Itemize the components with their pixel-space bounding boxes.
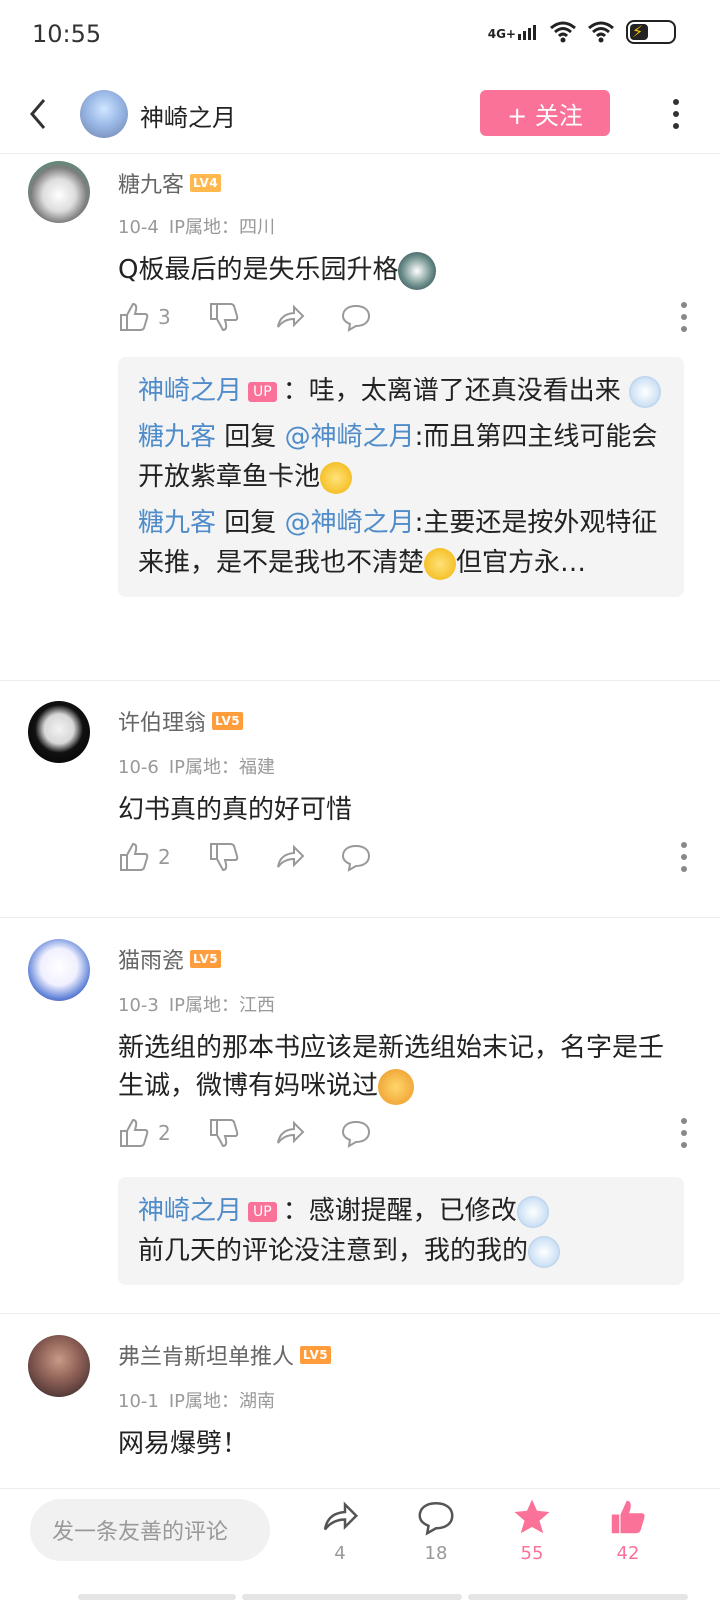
comment-text: 网易爆劈！ bbox=[118, 1429, 249, 1459]
share-arrow-icon bbox=[277, 1120, 305, 1144]
comment-input[interactable]: 发一条友善的评论 bbox=[30, 1499, 270, 1561]
share-action[interactable]: 4 bbox=[310, 1497, 370, 1564]
more-options-icon[interactable] bbox=[672, 98, 680, 130]
comment-meta: 10-1 IP属地：湖南 bbox=[118, 1391, 276, 1412]
wifi-icon bbox=[550, 21, 576, 43]
smirk-emoji bbox=[424, 547, 457, 580]
reply-item: 糖九客 回复 @神崎之月:主要还是按外观特征来推，是不是我也不清楚 但官方永… bbox=[138, 508, 658, 580]
reply-item: 糖九客 回复 @神崎之月:而且第四主线可能会开放紫章鱼卡池 bbox=[138, 422, 658, 494]
comments-action[interactable]: 18 bbox=[406, 1497, 466, 1564]
reply-thread[interactable]: 神崎之月 UP ：感谢提醒，已修改 前几天的评论没注意到，我的我的 bbox=[118, 1177, 684, 1285]
cellular-signal-icon: 4G+ bbox=[488, 24, 538, 40]
dislike-button[interactable] bbox=[208, 301, 240, 333]
comment-bubble-icon bbox=[341, 844, 371, 872]
star-icon bbox=[514, 1499, 550, 1534]
level-badge: LV4 bbox=[190, 174, 222, 192]
thumbs-up-icon bbox=[120, 842, 149, 871]
nav-indicator bbox=[78, 1594, 236, 1600]
level-badge: LV5 bbox=[190, 950, 222, 968]
comment-actions: 2 bbox=[118, 841, 688, 877]
cat-rose-emoji bbox=[378, 1068, 415, 1105]
thumbs-down-icon bbox=[210, 303, 239, 332]
share-arrow-icon bbox=[277, 304, 305, 328]
thumbs-up-icon bbox=[120, 1118, 149, 1147]
sticker-emoji bbox=[629, 375, 661, 408]
status-icons: 4G+ ⚡ bbox=[488, 20, 676, 44]
comment-meta: 10-6 IP属地：福建 bbox=[118, 757, 276, 778]
comment-text: Q板最后的是失乐园升格 bbox=[118, 251, 688, 290]
comment-feed[interactable]: 糖九客 LV4 10-4 IP属地：四川 Q板最后的是失乐园升格 3 神崎之月 … bbox=[0, 155, 720, 1515]
nav-indicator bbox=[468, 1594, 688, 1600]
comment-text: 幻书真的真的好可惜 bbox=[118, 795, 353, 825]
user-avatar[interactable] bbox=[28, 939, 90, 1001]
nav-indicator bbox=[242, 1594, 462, 1600]
share-button[interactable] bbox=[274, 1117, 306, 1149]
reply-item: 神崎之月 UP ：感谢提醒，已修改 前几天的评论没注意到，我的我的 bbox=[138, 1191, 664, 1271]
reply-button[interactable] bbox=[340, 1117, 372, 1149]
user-avatar[interactable] bbox=[28, 161, 90, 223]
reply-item: 神崎之月 UP ：哇，太离谱了还真没看出来 bbox=[138, 371, 664, 411]
username[interactable]: 许伯理翁 LV5 bbox=[118, 705, 244, 737]
user-avatar[interactable] bbox=[28, 1335, 90, 1397]
dislike-button[interactable] bbox=[208, 841, 240, 873]
status-bar: 10:55 4G+ ⚡ bbox=[0, 0, 720, 70]
like-button[interactable]: 2 bbox=[118, 1117, 171, 1149]
comment-meta: 10-3 IP属地：江西 bbox=[118, 995, 276, 1016]
reply-thread[interactable]: 神崎之月 UP ：哇，太离谱了还真没看出来 糖九客 回复 @神崎之月:而且第四主线可… bbox=[118, 357, 684, 597]
thumbs-down-icon bbox=[210, 843, 239, 872]
page-title: 神崎之月 bbox=[140, 104, 236, 132]
comment-more-icon[interactable] bbox=[680, 1117, 688, 1149]
bottom-action-bar: 发一条友善的评论 4 18 55 42 bbox=[0, 1488, 720, 1600]
comment-text: 新选组的那本书应该是新选组始末记，名字是壬生诚，微博有妈咪说过 bbox=[118, 1029, 688, 1105]
username[interactable]: 猫雨瓷 LV5 bbox=[118, 943, 222, 975]
username[interactable]: 弗兰肯斯坦单推人 LV5 bbox=[118, 1339, 332, 1371]
sticker-emoji bbox=[528, 1235, 561, 1268]
comment-more-icon[interactable] bbox=[680, 841, 688, 873]
divider bbox=[0, 1313, 720, 1314]
sticker-emoji bbox=[398, 251, 437, 290]
comment-more-icon[interactable] bbox=[680, 301, 688, 333]
level-badge: LV5 bbox=[212, 712, 244, 730]
like-button[interactable]: 3 bbox=[118, 301, 171, 333]
share-arrow-icon bbox=[277, 844, 305, 868]
reply-button[interactable] bbox=[340, 301, 372, 333]
like-button[interactable]: 2 bbox=[118, 841, 171, 873]
like-action[interactable]: 42 bbox=[598, 1497, 658, 1564]
wifi-icon-2 bbox=[588, 21, 614, 43]
level-badge: LV5 bbox=[300, 1346, 332, 1364]
divider bbox=[0, 917, 720, 918]
smirk-emoji bbox=[320, 461, 353, 494]
username[interactable]: 糖九客 LV4 bbox=[118, 167, 222, 199]
top-header: 神崎之月 + 关注 bbox=[0, 76, 720, 154]
share-arrow-icon bbox=[323, 1501, 359, 1531]
comment-meta: 10-4 IP属地：四川 bbox=[118, 217, 276, 238]
author-avatar[interactable] bbox=[80, 90, 128, 138]
favorite-action[interactable]: 55 bbox=[502, 1497, 562, 1564]
divider bbox=[0, 680, 720, 681]
back-arrow-icon[interactable] bbox=[24, 94, 54, 134]
thumbs-up-filled-icon bbox=[611, 1500, 645, 1534]
share-button[interactable] bbox=[274, 841, 306, 873]
sticker-emoji bbox=[516, 1195, 549, 1228]
follow-button[interactable]: + 关注 bbox=[480, 90, 610, 136]
thumbs-down-icon bbox=[210, 1119, 239, 1148]
comment-actions: 3 bbox=[118, 301, 688, 337]
user-avatar[interactable] bbox=[28, 701, 90, 763]
status-time: 10:55 bbox=[32, 20, 102, 48]
battery-icon: ⚡ bbox=[626, 20, 676, 44]
comment-bubble-icon bbox=[418, 1501, 454, 1536]
dislike-button[interactable] bbox=[208, 1117, 240, 1149]
share-button[interactable] bbox=[274, 301, 306, 333]
comment-actions: 2 bbox=[118, 1117, 688, 1153]
reply-button[interactable] bbox=[340, 841, 372, 873]
comment-bubble-icon bbox=[341, 304, 371, 332]
comment-bubble-icon bbox=[341, 1120, 371, 1148]
thumbs-up-icon bbox=[120, 302, 149, 331]
